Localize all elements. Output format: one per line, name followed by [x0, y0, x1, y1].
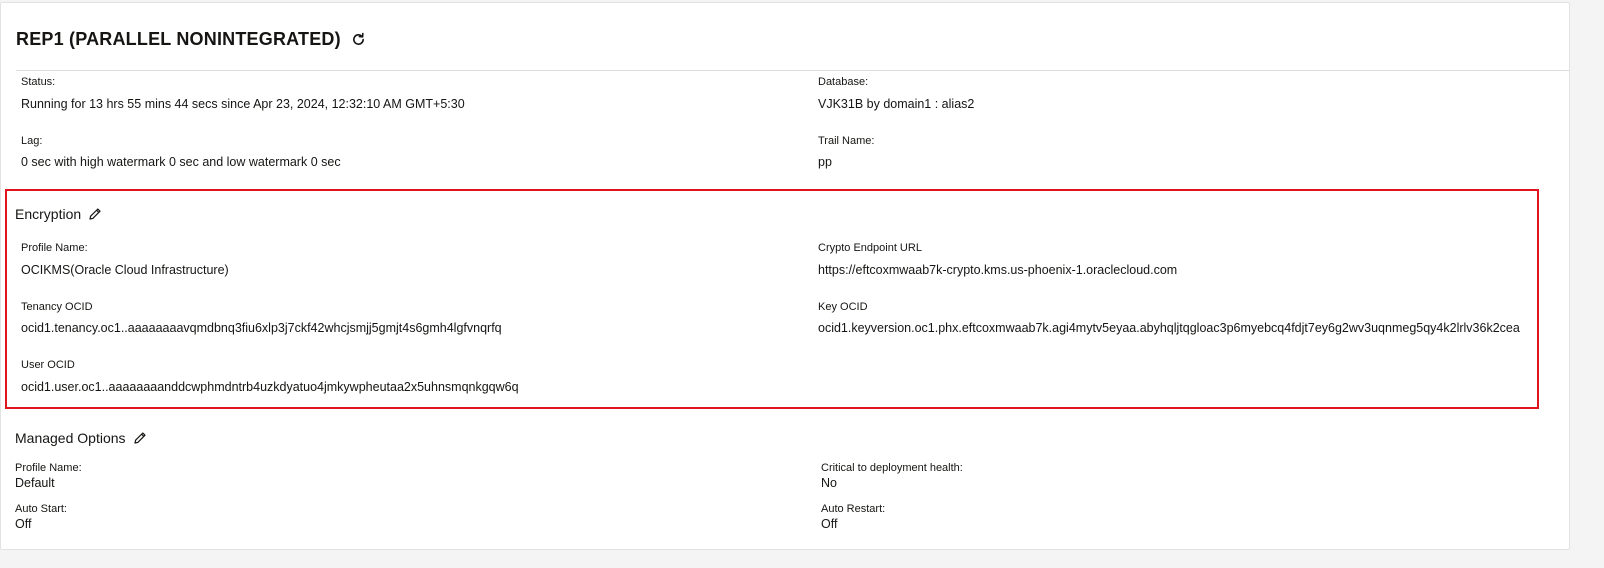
key-ocid-label: Key OCID	[818, 301, 868, 313]
managed-options-header: Managed Options	[15, 430, 147, 446]
lag-value: 0 sec with high watermark 0 sec and low …	[21, 155, 341, 169]
user-ocid-value: ocid1.user.oc1..aaaaaaaanddcwphmdntrb4uz…	[21, 380, 519, 394]
critical-health-value: No	[821, 476, 837, 490]
crypto-endpoint-value: https://eftcoxmwaab7k-crypto.kms.us-phoe…	[818, 263, 1178, 277]
auto-start-value: Off	[15, 517, 32, 531]
database-field: Database: VJK31B by domain1 : alias2	[818, 76, 974, 112]
encryption-header: Encryption	[15, 206, 102, 222]
encryption-profile-value: OCIKMS(Oracle Cloud Infrastructure)	[21, 263, 229, 277]
status-value: Running for 13 hrs 55 mins 44 secs since…	[21, 97, 465, 111]
page-title: REP1 (PARALLEL NONINTEGRATED)	[16, 29, 341, 49]
managed-profile-field: Profile Name: Default	[15, 462, 82, 491]
header-divider	[16, 70, 1569, 71]
auto-start-label: Auto Start:	[15, 503, 67, 515]
page-header: REP1 (PARALLEL NONINTEGRATED)	[16, 29, 368, 50]
managed-options-edit-pencil-icon[interactable]	[133, 431, 147, 445]
trail-name-value: pp	[818, 155, 832, 169]
tenancy-ocid-value: ocid1.tenancy.oc1..aaaaaaaavqmdbnq3fiu6x…	[21, 321, 502, 335]
trail-name-label: Trail Name:	[818, 135, 875, 147]
encryption-edit-pencil-icon[interactable]	[88, 207, 102, 221]
auto-restart-label: Auto Restart:	[821, 503, 886, 515]
key-ocid-field: Key OCID ocid1.keyversion.oc1.phx.eftcox…	[818, 301, 1520, 336]
managed-profile-label: Profile Name:	[15, 462, 82, 474]
tenancy-ocid-label: Tenancy OCID	[21, 301, 93, 313]
database-value: VJK31B by domain1 : alias2	[818, 97, 975, 111]
auto-restart-field: Auto Restart: Off	[821, 503, 885, 532]
encryption-title: Encryption	[15, 206, 82, 222]
crypto-endpoint-label: Crypto Endpoint URL	[818, 242, 922, 254]
status-label: Status:	[21, 76, 56, 88]
database-label: Database:	[818, 76, 869, 88]
status-field: Status: Running for 13 hrs 55 mins 44 se…	[21, 76, 465, 112]
encryption-profile-field: Profile Name: OCIKMS(Oracle Cloud Infras…	[21, 242, 229, 278]
encryption-profile-label: Profile Name:	[21, 242, 88, 254]
user-ocid-label: User OCID	[21, 359, 75, 371]
key-ocid-value: ocid1.keyversion.oc1.phx.eftcoxmwaab7k.a…	[818, 321, 1520, 335]
replicat-details-card: REP1 (PARALLEL NONINTEGRATED) Status: Ru…	[0, 2, 1570, 550]
crypto-endpoint-field: Crypto Endpoint URL https://eftcoxmwaab7…	[818, 242, 1177, 278]
critical-health-label: Critical to deployment health:	[821, 462, 963, 474]
managed-profile-value: Default	[15, 476, 55, 490]
critical-health-field: Critical to deployment health: No	[821, 462, 963, 491]
refresh-icon[interactable]	[350, 31, 368, 49]
tenancy-ocid-field: Tenancy OCID ocid1.tenancy.oc1..aaaaaaaa…	[21, 301, 502, 336]
managed-options-title: Managed Options	[15, 430, 126, 446]
auto-restart-value: Off	[821, 517, 838, 531]
lag-label: Lag:	[21, 135, 43, 147]
lag-field: Lag: 0 sec with high watermark 0 sec and…	[21, 135, 341, 170]
trail-name-field: Trail Name: pp	[818, 135, 874, 170]
user-ocid-field: User OCID ocid1.user.oc1..aaaaaaaanddcwp…	[21, 359, 519, 395]
auto-start-field: Auto Start: Off	[15, 503, 67, 532]
